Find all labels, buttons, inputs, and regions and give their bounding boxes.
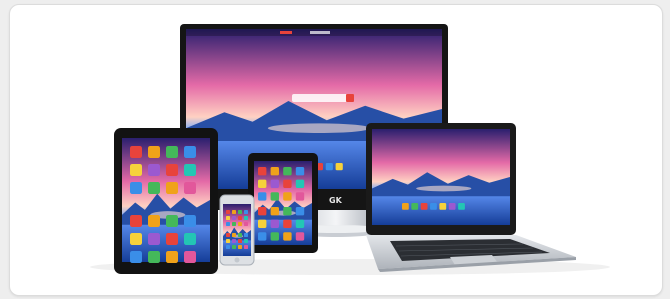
devices-illustration: GK <box>90 24 610 275</box>
tablet-small <box>248 153 318 253</box>
monitor-brand-logo: GK <box>329 196 343 205</box>
laptop <box>366 123 576 272</box>
smartphone <box>219 194 255 266</box>
tablet-large <box>114 128 218 274</box>
image-card: GK <box>9 4 663 296</box>
